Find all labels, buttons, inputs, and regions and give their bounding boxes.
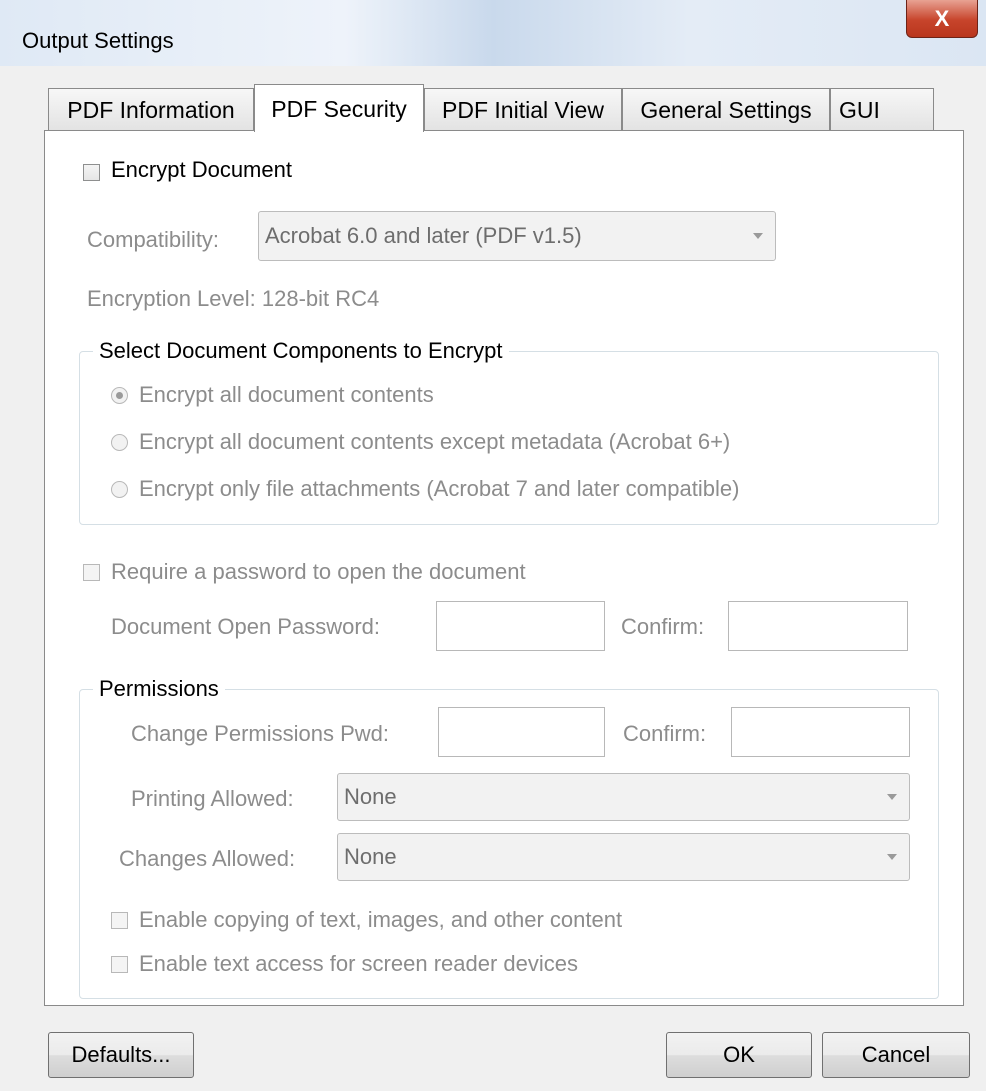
ok-button[interactable]: OK	[666, 1032, 812, 1078]
permissions-group-title: Permissions	[93, 676, 225, 702]
encryption-level-text: Encryption Level: 128-bit RC4	[87, 286, 380, 311]
defaults-button[interactable]: Defaults...	[48, 1032, 194, 1078]
changes-allowed-value: None	[344, 844, 397, 869]
components-group-title: Select Document Components to Encrypt	[93, 338, 509, 364]
printing-allowed-select[interactable]: None	[337, 773, 910, 821]
change-permissions-confirm-input[interactable]	[731, 707, 910, 757]
enable-screen-reader-label: Enable text access for screen reader dev…	[139, 951, 579, 976]
radio-encrypt-attachments[interactable]	[111, 481, 128, 498]
tab-general-settings[interactable]: General Settings	[622, 88, 830, 130]
tab-pdf-security[interactable]: PDF Security	[254, 84, 424, 132]
changes-allowed-select[interactable]: None	[337, 833, 910, 881]
printing-allowed-value: None	[344, 784, 397, 809]
open-password-label: Document Open Password:	[111, 614, 381, 639]
require-open-password-checkbox[interactable]	[83, 564, 100, 581]
compatibility-select[interactable]: Acrobat 6.0 and later (PDF v1.5)	[258, 211, 776, 261]
change-permissions-confirm-label: Confirm:	[623, 721, 707, 746]
changes-allowed-label: Changes Allowed:	[119, 846, 296, 871]
open-password-input[interactable]	[436, 601, 605, 651]
change-permissions-pwd-label: Change Permissions Pwd:	[131, 721, 390, 746]
encrypt-document-label: Encrypt Document	[111, 157, 292, 182]
enable-copying-label: Enable copying of text, images, and othe…	[139, 907, 623, 932]
open-password-confirm-input[interactable]	[728, 601, 908, 651]
window-title: Output Settings	[22, 28, 174, 53]
printing-allowed-label: Printing Allowed:	[131, 786, 294, 811]
dropdown-arrow-icon	[753, 233, 763, 239]
dropdown-arrow-icon	[887, 794, 897, 800]
radio-encrypt-attachments-label: Encrypt only file attachments (Acrobat 7…	[139, 476, 740, 501]
radio-encrypt-all-label: Encrypt all document contents	[139, 382, 434, 407]
close-icon: X	[934, 5, 950, 31]
title-bar: Output Settings X	[0, 0, 986, 66]
require-open-password-label: Require a password to open the document	[111, 559, 526, 584]
tab-gui[interactable]: GUI	[830, 88, 934, 130]
pdf-security-panel: Encrypt Document Compatibility: Acrobat …	[44, 130, 964, 1006]
change-permissions-pwd-input[interactable]	[438, 707, 605, 757]
compatibility-value: Acrobat 6.0 and later (PDF v1.5)	[265, 223, 582, 248]
dropdown-arrow-icon	[887, 854, 897, 860]
tab-pdf-initial-view[interactable]: PDF Initial View	[424, 88, 622, 130]
enable-screen-reader-checkbox[interactable]	[111, 956, 128, 973]
radio-encrypt-except-metadata-label: Encrypt all document contents except met…	[139, 429, 731, 454]
radio-encrypt-except-metadata[interactable]	[111, 434, 128, 451]
compatibility-label: Compatibility:	[87, 227, 220, 252]
cancel-button[interactable]: Cancel	[822, 1032, 970, 1078]
close-button[interactable]: X	[906, 0, 978, 38]
radio-encrypt-all[interactable]	[111, 387, 128, 404]
encrypt-document-checkbox[interactable]	[83, 164, 100, 181]
enable-copying-checkbox[interactable]	[111, 912, 128, 929]
open-password-confirm-label: Confirm:	[621, 614, 705, 639]
tab-pdf-information[interactable]: PDF Information	[48, 88, 254, 130]
